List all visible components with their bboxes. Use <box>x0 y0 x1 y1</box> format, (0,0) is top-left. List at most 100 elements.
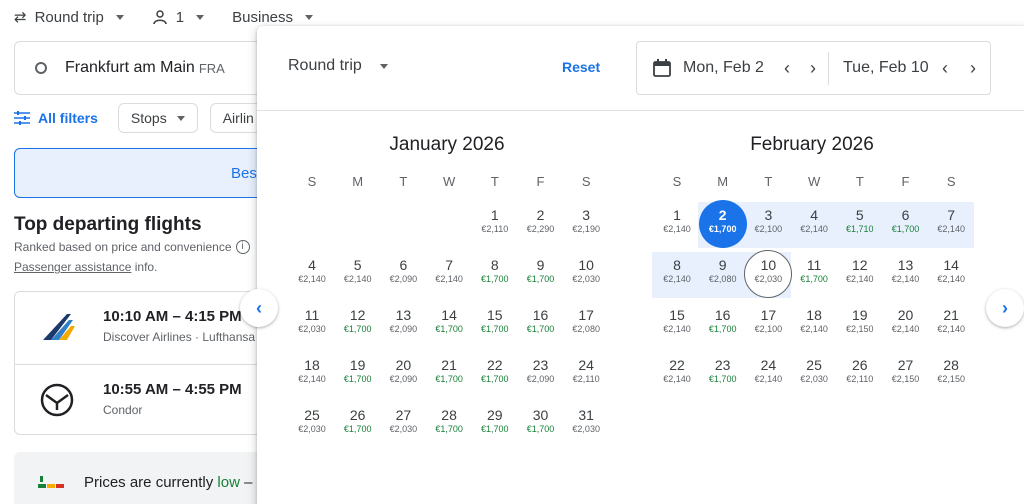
calendar-day[interactable]: 4 €2,140 <box>289 250 335 300</box>
calendar-day[interactable]: 6 €2,090 <box>380 250 426 300</box>
calendar-day[interactable]: 28 €1,700 <box>426 400 472 450</box>
passenger-assistance-link[interactable]: Passenger assistance <box>14 260 131 274</box>
calendar-day[interactable]: 16 €1,700 <box>700 300 746 350</box>
calendar-day[interactable]: 31 €2,030 <box>563 400 609 450</box>
calendar-day[interactable]: 5 €2,140 <box>335 250 381 300</box>
calendar-day[interactable]: 21 €1,700 <box>426 350 472 400</box>
info-icon[interactable]: i <box>235 240 250 254</box>
day-price: €2,140 <box>937 224 965 234</box>
calendar-day[interactable]: 16 €1,700 <box>518 300 564 350</box>
day-price: €1,700 <box>481 324 509 334</box>
day-price: €2,030 <box>572 274 600 284</box>
calendar-day[interactable]: 7 €2,140 <box>928 200 974 250</box>
day-price: €1,710 <box>846 224 874 234</box>
calendar-day[interactable]: 8 €2,140 <box>654 250 700 300</box>
month-title: January 2026 <box>389 134 505 155</box>
calendar-day[interactable]: 22 €2,140 <box>654 350 700 400</box>
calendar-day[interactable]: 6 €1,700 <box>883 200 929 250</box>
calendar-day[interactable]: 19 €1,700 <box>335 350 381 400</box>
all-filters-button[interactable]: All filters <box>14 110 98 126</box>
swap-arrows-icon: ⇄ <box>14 9 27 26</box>
day-number: 12 <box>349 307 366 323</box>
calendar-trip-type-select[interactable]: Round trip <box>288 57 388 75</box>
day-price: €2,140 <box>754 374 783 384</box>
origin-circle-icon <box>35 62 47 74</box>
calendar-day[interactable]: 4 €2,140 <box>791 200 837 250</box>
flight-row[interactable]: 10:10 AM – 4:15 PM Discover Airlines · L… <box>15 292 273 364</box>
calendar-day[interactable]: 26 €2,110 <box>837 350 883 400</box>
calendar-day[interactable]: 22 €1,700 <box>472 350 518 400</box>
calendar-day[interactable]: 15 €2,140 <box>654 300 700 350</box>
calendar-day[interactable]: 8 €1,700 <box>472 250 518 300</box>
calendar-day[interactable]: 30 €1,700 <box>518 400 564 450</box>
calendar-day[interactable]: 15 €1,700 <box>472 300 518 350</box>
calendar-day[interactable]: 18 €2,140 <box>791 300 837 350</box>
origin-field[interactable]: Frankfurt am Main FRA <box>14 41 274 95</box>
calendar-day[interactable]: 25 €2,030 <box>791 350 837 400</box>
best-tab[interactable]: Bes <box>14 148 274 198</box>
return-date[interactable]: Tue, Feb 10 <box>843 59 929 77</box>
previous-month-button[interactable]: ‹ <box>240 289 278 327</box>
reset-button[interactable]: Reset <box>562 59 600 75</box>
stops-filter-button[interactable]: Stops <box>117 103 198 133</box>
calendar-day[interactable]: 11 €2,030 <box>289 300 335 350</box>
calendar-day[interactable]: 24 €2,140 <box>745 350 791 400</box>
chevron-down-icon <box>379 63 388 69</box>
day-price: €2,290 <box>526 224 555 234</box>
calendar-day[interactable]: 27 €2,150 <box>883 350 929 400</box>
calendar-day[interactable]: 29 €1,700 <box>472 400 518 450</box>
calendar-day[interactable]: 11 €1,700 <box>791 250 837 300</box>
calendar-day[interactable]: 10 €2,030 <box>744 250 793 300</box>
next-month-button[interactable]: › <box>986 289 1024 327</box>
calendar-day[interactable]: 2 €2,290 <box>518 200 564 250</box>
chevron-right-icon[interactable]: › <box>803 57 823 79</box>
calendar-day[interactable]: 23 €2,090 <box>518 350 564 400</box>
calendar-day[interactable]: 3 €2,190 <box>563 200 609 250</box>
calendar-day[interactable]: 13 €2,090 <box>380 300 426 350</box>
calendar-day[interactable]: 27 €2,030 <box>380 400 426 450</box>
trip-type-select[interactable]: ⇄ Round trip <box>14 8 124 26</box>
calendar-day[interactable]: 12 €2,140 <box>837 250 883 300</box>
day-price: €2,110 <box>572 374 600 384</box>
calendar-day[interactable]: 12 €1,700 <box>335 300 381 350</box>
day-price: €1,700 <box>708 224 737 234</box>
assistance-suffix: info. <box>134 260 158 274</box>
passengers-select[interactable]: 1 <box>152 9 205 26</box>
calendar-day[interactable]: 19 €2,150 <box>837 300 883 350</box>
calendar-day[interactable]: 1 €2,110 <box>472 200 518 250</box>
day-price: €1,700 <box>891 224 920 234</box>
calendar-day[interactable]: 13 €2,140 <box>883 250 929 300</box>
cabin-class-select[interactable]: Business <box>232 9 314 26</box>
calendar-day[interactable]: 14 €1,700 <box>426 300 472 350</box>
calendar-day[interactable]: 25 €2,030 <box>289 400 335 450</box>
condor-logo-icon <box>40 383 74 417</box>
day-price: €2,030 <box>754 274 783 284</box>
calendar-day[interactable]: 28 €2,150 <box>928 350 974 400</box>
chevron-right-icon[interactable]: › <box>963 57 983 79</box>
calendar-day[interactable]: 23 €1,700 <box>700 350 746 400</box>
calendar-day[interactable]: 9 €2,080 <box>700 250 746 300</box>
calendar-day[interactable]: 5 €1,710 <box>837 200 883 250</box>
chevron-left-icon[interactable]: ‹ <box>935 57 955 79</box>
day-price: €2,150 <box>891 374 920 384</box>
calendar-day[interactable]: 2 €1,700 <box>698 200 747 250</box>
calendar-day[interactable]: 21 €2,140 <box>928 300 974 350</box>
calendar-day[interactable]: 26 €1,700 <box>335 400 381 450</box>
calendar-day[interactable]: 17 €2,080 <box>563 300 609 350</box>
calendar-day[interactable]: 20 €2,090 <box>380 350 426 400</box>
flight-row[interactable]: 10:55 AM – 4:55 PM Condor <box>15 364 273 436</box>
calendar-day[interactable]: 14 €2,140 <box>928 250 974 300</box>
calendar-day[interactable]: 10 €2,030 <box>563 250 609 300</box>
calendar-day[interactable]: 17 €2,100 <box>745 300 791 350</box>
calendar-day[interactable]: 9 €1,700 <box>518 250 564 300</box>
chevron-left-icon[interactable]: ‹ <box>777 57 797 79</box>
calendar-day[interactable]: 3 €2,100 <box>745 200 791 250</box>
day-number: 5 <box>855 207 864 223</box>
calendar-day[interactable]: 24 €2,110 <box>563 350 609 400</box>
calendar-day[interactable]: 7 €2,140 <box>426 250 472 300</box>
calendar-day[interactable]: 1 €2,140 <box>654 200 700 250</box>
day-price: €2,140 <box>298 274 326 284</box>
departure-date[interactable]: Mon, Feb 2 <box>683 59 764 77</box>
calendar-day[interactable]: 18 €2,140 <box>289 350 335 400</box>
calendar-day[interactable]: 20 €2,140 <box>883 300 929 350</box>
